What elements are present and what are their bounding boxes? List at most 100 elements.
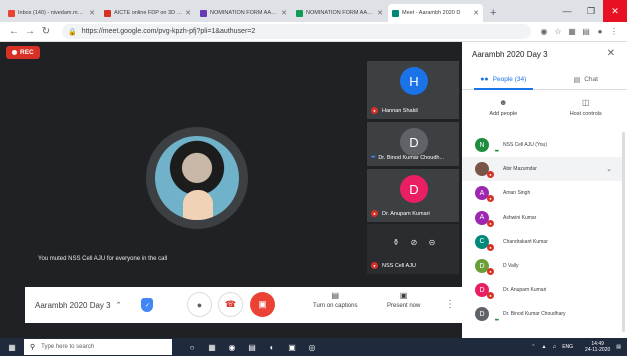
task-view-icon[interactable]: ▦ (202, 338, 222, 356)
taskbar-apps: ○ ▦ ◉ ▤ ◐ ▣ ◎ (182, 338, 322, 356)
tile-avatar: D (400, 175, 428, 203)
participant-name: Dr. Anupam Kumari (503, 287, 547, 294)
meet-toolbar: Aarambh 2020 Day 3 ⌃ ✓ ● ☎ ▣ ▤ Turn on c… (25, 287, 462, 323)
remove-icon[interactable]: ⊝ (423, 235, 441, 249)
profile-icon[interactable]: ● (593, 27, 607, 36)
participant-avatar: C ● (475, 234, 494, 251)
windows-start-icon[interactable]: ▦ (0, 338, 24, 356)
tab-chat[interactable]: ▤ Chat (545, 70, 627, 89)
star-icon[interactable]: ☆ (551, 27, 565, 36)
people-icon: ●● (480, 76, 489, 83)
mic-muted-icon: ● (371, 107, 378, 114)
menu-icon[interactable]: ⋮ (607, 27, 621, 36)
notifications-icon[interactable]: ▤ (616, 344, 621, 350)
maximize-icon[interactable]: ❐ (579, 0, 603, 22)
system-tray: ⌃ ▲ ♫ ENG 14:49 24-11-2020 ▤ (525, 338, 621, 356)
network-icon[interactable]: ▲ (542, 344, 547, 350)
present-button[interactable]: ▣ Present now (387, 291, 420, 309)
leave-call-button[interactable]: ☎ (218, 292, 243, 317)
microphone-button[interactable]: ● (187, 292, 212, 317)
mic-muted-icon: ● (487, 219, 494, 227)
language-indicator[interactable]: ENG (562, 344, 573, 350)
tile-controls: ⚱ ⊘ ⊝ (387, 235, 441, 249)
tab-label: NOMINATION FORM AARAMBH (306, 10, 374, 16)
tab-close-icon[interactable]: ✕ (89, 9, 95, 17)
participant-tile[interactable]: ● NSS Cell AJU (367, 224, 459, 274)
participant-row[interactable]: C ● Chandrakant Kumar (462, 230, 622, 254)
mic-muted-icon: ● (487, 243, 494, 251)
participant-row[interactable]: A ● Aman Singh (462, 181, 622, 205)
more-options-icon[interactable]: ⋮ (445, 299, 455, 310)
clock[interactable]: 14:49 24-11-2020 (579, 341, 610, 353)
back-icon[interactable]: ← (6, 26, 22, 37)
pin-icon[interactable]: ⚱ (387, 235, 405, 249)
participant-row[interactable]: D ● Dr. Anupam Kumari (462, 278, 622, 302)
camera-off-button[interactable]: ▣ (250, 292, 275, 317)
mic-muted-icon: ● (487, 171, 494, 179)
tab-close-icon[interactable]: ✕ (473, 9, 479, 17)
new-tab-button[interactable]: + (484, 4, 502, 22)
file-explorer-icon[interactable]: ▤ (242, 338, 262, 356)
close-window-icon[interactable]: ✕ (603, 0, 627, 22)
url-field[interactable]: 🔒 https://meet.google.com/pvg-kpzh-pfj?p… (62, 24, 531, 39)
participant-row[interactable]: D ••• Dr. Binod Kumar Choudhary (462, 302, 622, 326)
add-people-button[interactable]: ☻ Add people (462, 94, 545, 128)
tab-close-icon[interactable]: ✕ (185, 9, 191, 17)
url-text: https://meet.google.com/pvg-kpzh-pfj?pli… (81, 28, 256, 35)
window-controls: — ❐ ✕ (555, 0, 627, 22)
participant-row[interactable]: ● Abir Mazumdar ⌄ (462, 157, 622, 182)
tab-people[interactable]: ●● People (34) (462, 70, 545, 90)
tray-chevron-icon[interactable]: ⌃ (531, 344, 535, 350)
taskbar-search[interactable]: ⚲ Type here to search (24, 339, 172, 355)
chat-icon: ▤ (573, 76, 581, 84)
participant-avatar: A ● (475, 210, 494, 227)
cortana-icon[interactable]: ○ (182, 338, 202, 356)
address-bar-row: ← → ↻ 🔒 https://meet.google.com/pvg-kpzh… (0, 22, 627, 42)
mic-muted-icon: ● (371, 210, 378, 217)
browser-tab[interactable]: Inbox (140) - nivedam.m@anl ✕ (4, 4, 99, 22)
participant-avatar: ● (475, 162, 494, 179)
volume-icon[interactable]: ♫ (552, 344, 556, 350)
tab-label: Inbox (140) - nivedam.m@anl (18, 10, 87, 16)
tab-favicon-icon (392, 9, 399, 17)
participant-tile[interactable]: H ● Hannan Shakil (367, 61, 459, 119)
tile-avatar: D (400, 128, 428, 156)
participant-tile[interactable]: D ● Dr. Anupam Kumari (367, 169, 459, 222)
minimize-icon[interactable]: — (555, 0, 579, 22)
tab-favicon-icon (104, 9, 111, 17)
meeting-details[interactable]: Aarambh 2020 Day 3 ⌃ (35, 301, 121, 310)
tab-close-icon[interactable]: ✕ (281, 9, 287, 17)
shield-icon[interactable]: ✓ (141, 298, 154, 312)
host-controls-button[interactable]: ◫ Host controls (545, 94, 627, 128)
mic-off-icon[interactable]: ⊘ (405, 235, 423, 249)
panel-scrollbar[interactable] (622, 132, 625, 332)
participant-row[interactable]: A ● Ashwini Kumar (462, 206, 622, 230)
browser-tab[interactable]: NOMINATION FORM AARAMBH✕ (196, 4, 291, 22)
panel-actions: ☻ Add people ◫ Host controls (462, 94, 627, 128)
chevron-down-icon[interactable]: ⌄ (606, 165, 612, 173)
close-panel-icon[interactable]: ✕ (607, 48, 615, 59)
participant-list: N ••• NSS Cell AJU (You) ● Abir Mazumdar ⌄ A ● A… (462, 133, 622, 327)
browser-tab[interactable]: Meet - Aarambh 2020 D ✕ (388, 4, 483, 22)
firefox-icon[interactable]: ◉ (222, 338, 242, 356)
browser-tab[interactable]: AICTE online FDP on 3D Print ✕ (100, 4, 195, 22)
forward-icon[interactable]: → (22, 26, 38, 37)
camera-icon[interactable]: ◉ (537, 27, 551, 36)
chrome-icon[interactable]: ◎ (302, 338, 322, 356)
extension-icon[interactable]: ▦ (565, 27, 579, 36)
mic-muted-icon: ● (487, 195, 494, 203)
tile-name: ● Hannan Shakil (371, 107, 418, 114)
browser-tab[interactable]: NOMINATION FORM AARAMBH✕ (292, 4, 387, 22)
store-icon[interactable]: ▣ (282, 338, 302, 356)
tab-close-icon[interactable]: ✕ (377, 9, 383, 17)
cast-icon[interactable]: ▤ (579, 27, 593, 36)
participant-tile[interactable]: D ••• Dr. Binod Kumar Choudh... (367, 122, 459, 166)
recording-badge: REC (6, 46, 40, 59)
panel-tabs: ●● People (34) ▤ Chat (462, 70, 627, 90)
participant-row[interactable]: N ••• NSS Cell AJU (You) (462, 133, 622, 157)
tab-label: NOMINATION FORM AARAMBH (210, 10, 278, 16)
captions-button[interactable]: ▤ Turn on captions (313, 291, 357, 309)
reload-icon[interactable]: ↻ (38, 26, 54, 37)
participant-row[interactable]: D ● D Vally (462, 254, 622, 278)
edge-icon[interactable]: ◐ (262, 338, 282, 356)
